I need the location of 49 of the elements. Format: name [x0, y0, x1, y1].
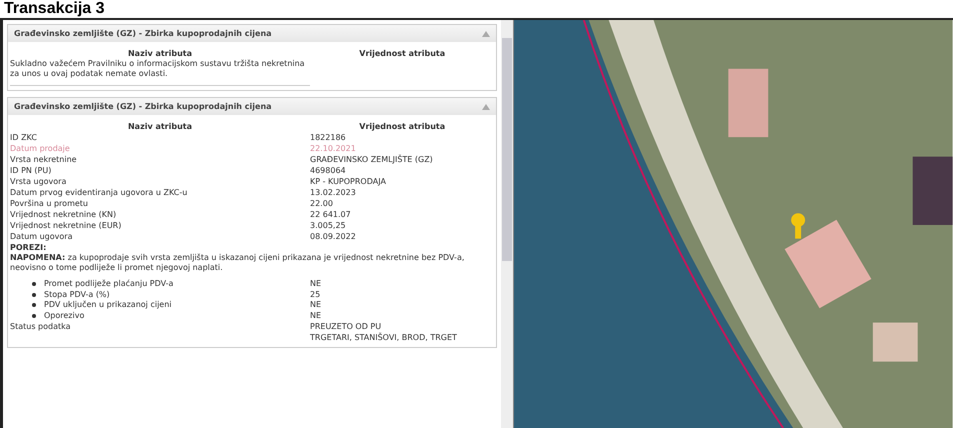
attribute-value: 4698064 — [310, 165, 347, 176]
scrollbar[interactable] — [501, 20, 514, 428]
attribute-name: Vrsta nekretnine — [10, 154, 78, 165]
attribute-name: Datum ugovora — [10, 231, 74, 242]
attribute-value: 25 — [310, 290, 322, 300]
bullet-icon — [32, 303, 36, 308]
attribute-value: GRAĐEVINSKO ZEMLJIŠTE (GZ) — [310, 154, 434, 165]
attribute-name: Površina u prometu — [10, 198, 89, 209]
attribute-name: Promet podliježe plaćanju PDV-a — [44, 279, 174, 290]
attribute-name: Stopa PDV-a (%) — [44, 290, 110, 300]
column-header: Naziv atributa — [126, 121, 194, 132]
attribute-name: PDV uključen u prikazanoj cijeni — [44, 300, 172, 310]
attribute-name: Oporezivo — [44, 310, 84, 321]
attribute-name: ID PN (PU) — [10, 165, 52, 176]
attribute-value: KP - KUPOPRODAJA — [310, 176, 387, 187]
attribute-value: NE — [310, 300, 322, 310]
section-heading: POREZI: — [10, 242, 48, 253]
permission-note: Sukladno važećem Pravilniku o informacijskom sustavu tržišta nekretnina za unos u ovaj podatak nemate ovlasti. — [10, 59, 310, 86]
attribute-name: Datum prodaje — [10, 143, 71, 154]
collapse-icon[interactable] — [482, 30, 490, 36]
attribute-value: 3.005,25 — [310, 220, 347, 231]
attribute-name: Datum prvog evidentiranja ugovora u ZKC-u — [10, 187, 188, 198]
attribute-value: 1822186 — [310, 132, 347, 143]
column-header: Vrijednost atributa — [358, 48, 446, 59]
bullet-icon — [32, 282, 36, 286]
attribute-name: Status podatka — [10, 321, 72, 332]
panel-header: Građevinsko zemljište (GZ) - Zbirka kupoprodajnih cijena — [14, 102, 272, 111]
attribute-value: 22 641.07 — [310, 209, 352, 220]
attribute-value: 08.09.2022 — [310, 231, 357, 242]
bullet-icon — [32, 292, 36, 297]
attribute-value: 22.00 — [310, 198, 334, 209]
panel-header: Građevinsko zemljište (GZ) - Zbirka kupoprodajnih cijena — [14, 29, 272, 38]
attribute-value: PREUZETO OD PU — [310, 321, 382, 332]
attribute-value: 22.10.2021 — [310, 143, 357, 154]
bullet-icon — [32, 314, 36, 318]
column-header: Naziv atributa — [126, 48, 194, 59]
attribute-name: Vrsta ugovora — [10, 176, 68, 187]
page-title: Transakcija 3 — [3, 0, 106, 18]
attribute-name: ID ZKC — [10, 132, 38, 143]
attribute-value: TRGETARI, STANIŠOVI, BROD, TRGET — [310, 332, 458, 343]
attribute-name: Vrijednost nekretnine (EUR) — [10, 220, 122, 231]
tax-note: NAPOMENA: za kupoprodaje svih vrsta zemljišta u iskazanoj cijeni prikazana je vrijednost nekretnine bez PDV-a, neovisno o tome podliježe li promet njegovoj naplati. — [10, 253, 466, 274]
attribute-name: Vrijednost nekretnine (KN) — [10, 209, 118, 220]
attribute-value: 13.02.2023 — [310, 187, 357, 198]
column-header: Vrijednost atributa — [358, 121, 446, 132]
aerial-map-drawing[interactable] — [514, 20, 953, 428]
collapse-icon[interactable] — [482, 104, 490, 110]
attribute-value: NE — [310, 279, 322, 290]
attribute-value: NE — [310, 310, 322, 321]
